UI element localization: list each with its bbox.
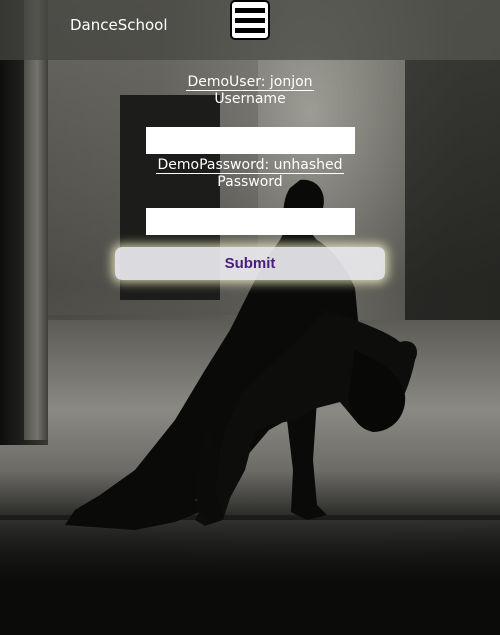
hamburger-menu-button[interactable] (230, 0, 270, 40)
top-navbar: DanceSchool (0, 0, 500, 60)
demo-user-hint-text: DemoUser: jonjon (186, 74, 314, 91)
hamburger-menu-icon (235, 8, 265, 13)
password-field[interactable] (146, 208, 355, 235)
hamburger-menu-icon-bar (235, 28, 265, 33)
background-pillar (24, 0, 48, 440)
username-label: Username (214, 91, 286, 107)
demo-password-hint-text: DemoPassword: unhashed (156, 157, 344, 174)
login-form: DemoUser: jonjon Username (0, 74, 500, 108)
submit-button[interactable]: Submit (115, 247, 385, 280)
brand-link[interactable]: DanceSchool (70, 16, 168, 34)
username-field[interactable] (146, 127, 355, 154)
demo-user-hint: DemoUser: jonjon (0, 74, 500, 91)
demo-password-hint: DemoPassword: unhashed (0, 157, 500, 174)
hamburger-menu-icon-bar (235, 18, 265, 23)
password-label: Password (217, 174, 283, 190)
app-screen: DanceSchool DemoUser: jonjon Username De… (0, 0, 500, 635)
password-section: DemoPassword: unhashed Password (0, 157, 500, 191)
